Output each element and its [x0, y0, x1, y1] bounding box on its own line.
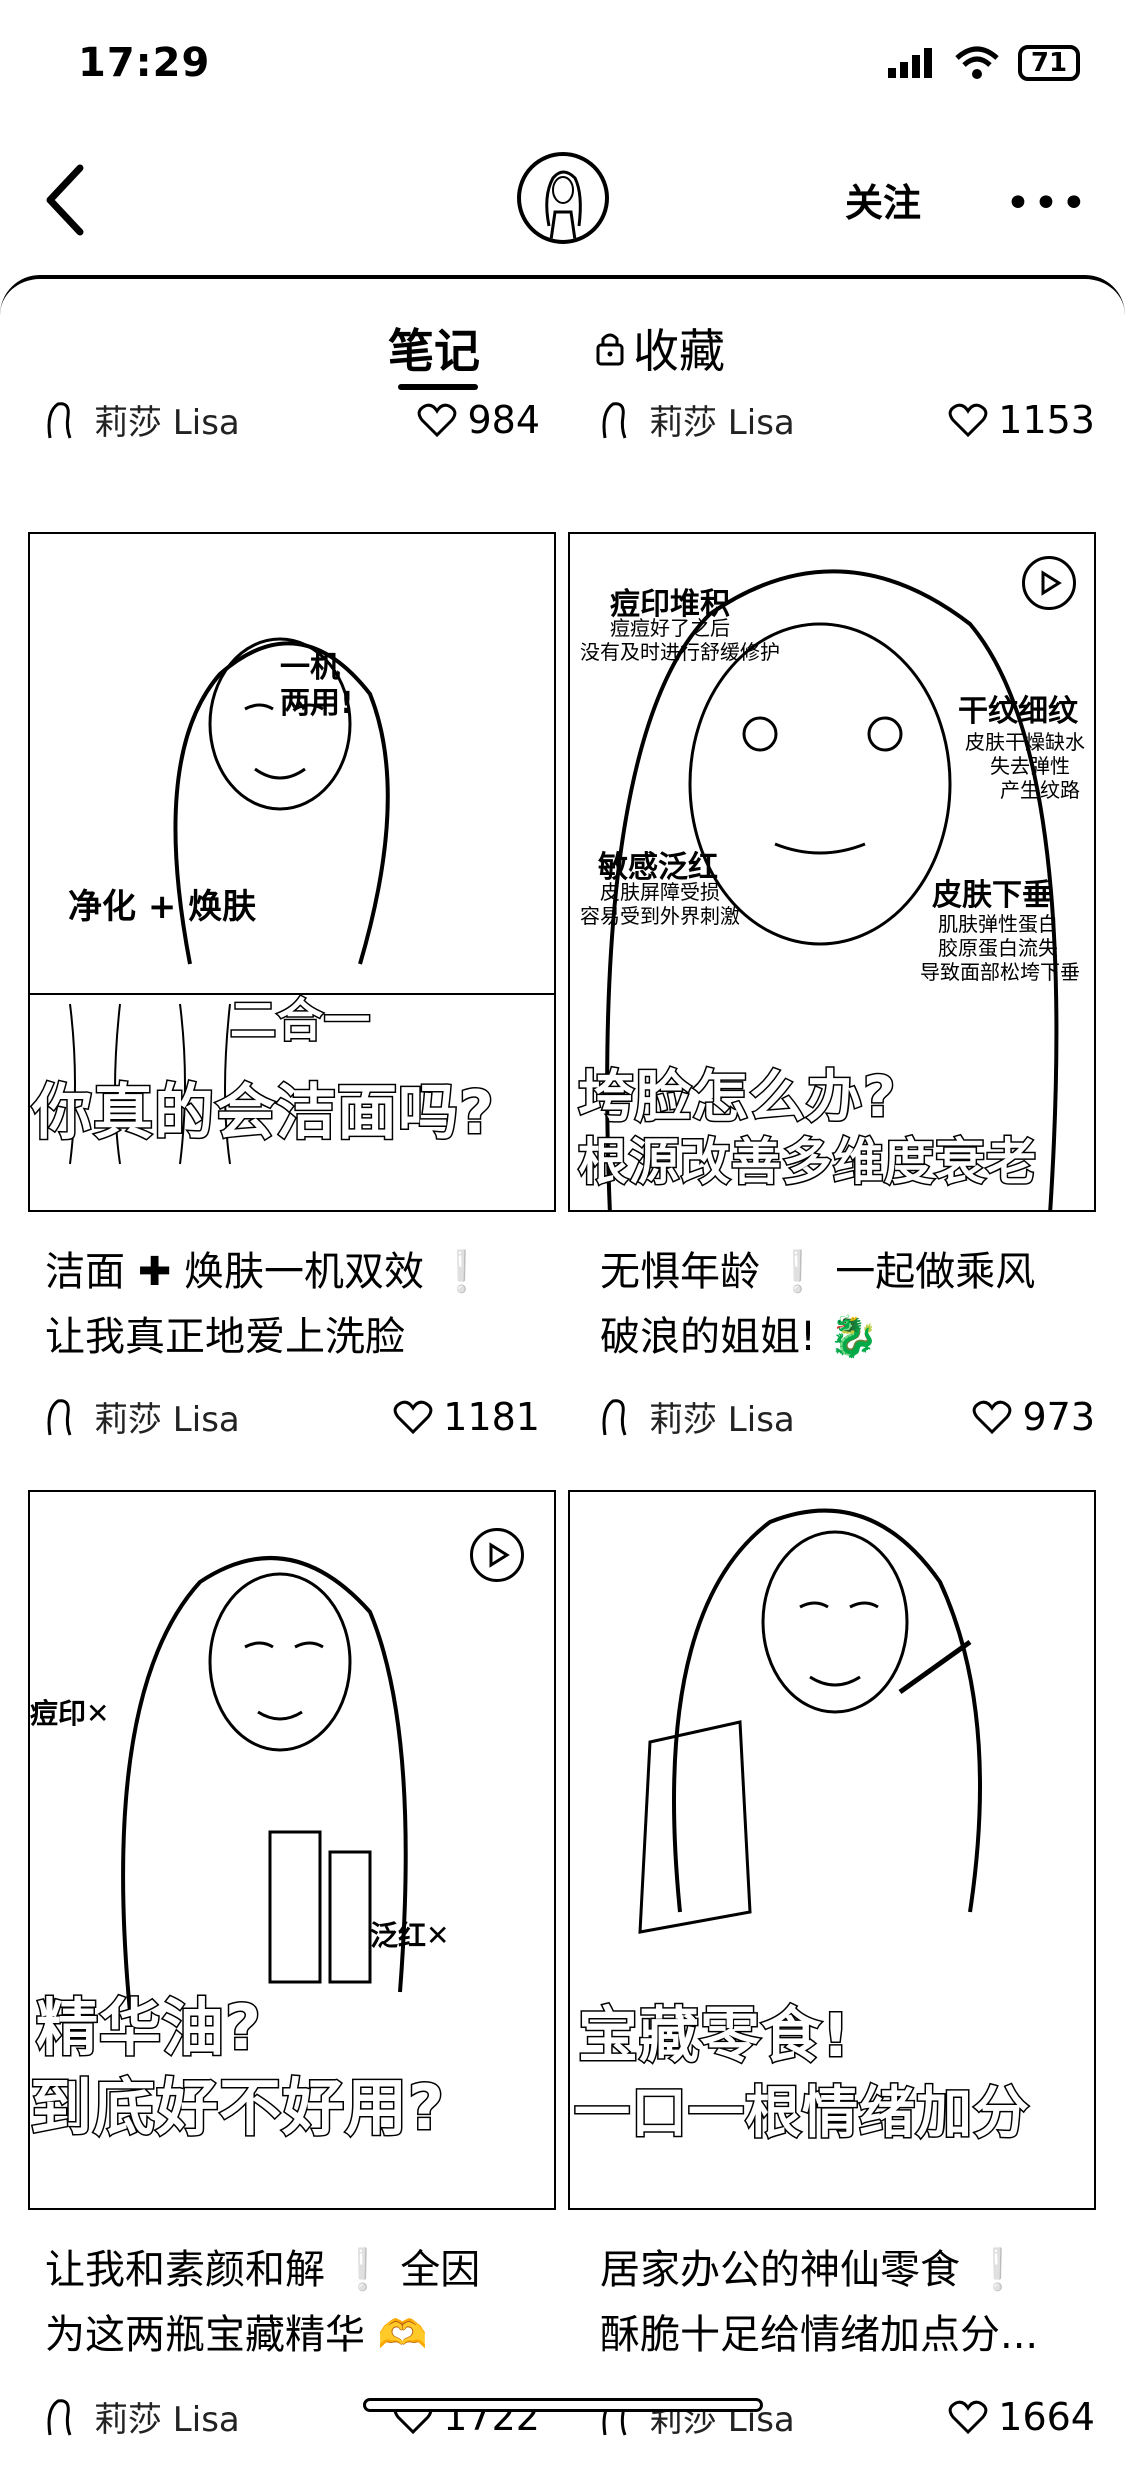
- tab-indicator: [398, 384, 478, 390]
- image-sub: 皮肤干燥缺水: [965, 730, 1085, 754]
- note-title[interactable]: 居家办公的神仙零食 ❕ 酥脆十足给情绪加点分...: [600, 2238, 1100, 2368]
- author-avatar-icon: [47, 2398, 72, 2436]
- wifi-icon: [955, 46, 999, 79]
- note-title[interactable]: 无惧年龄 ❕ 一起做乘风 破浪的姐姐! 🐉: [600, 1240, 1100, 1370]
- status-icons: 71: [886, 45, 1080, 81]
- note-card-image[interactable]: 痘印堆积 痘痘好了之后 没有及时进行舒缓修护 干纹细纹 皮肤干燥缺水 失去弹性 …: [568, 532, 1096, 1212]
- image-sub: 胶原蛋白流失: [938, 936, 1058, 960]
- author-name[interactable]: 莉莎 Lisa: [94, 395, 240, 444]
- heart-icon[interactable]: [948, 402, 988, 438]
- note-title-line: 破浪的姐姐! 🐉: [600, 1314, 879, 1360]
- image-sticker: 净化 + 焕肤: [68, 887, 257, 927]
- image-sub: 产生纹路: [1000, 778, 1080, 802]
- image-sub: 痘痘好了之后: [610, 616, 730, 640]
- lock-icon: [596, 333, 624, 366]
- note-title-line: 无惧年龄 ❕ 一起做乘风: [600, 1249, 1036, 1295]
- like-count: 1664: [998, 2394, 1095, 2439]
- heart-icon[interactable]: [417, 402, 457, 438]
- heart-icon[interactable]: [948, 2399, 988, 2435]
- tab-favorites[interactable]: 收藏: [595, 315, 725, 381]
- note-meta-row: 莉莎 Lisa 1181: [40, 1392, 540, 1441]
- note-meta-row: 莉莎 Lisa 1153: [595, 395, 1095, 444]
- note-meta-row: 莉莎 Lisa 973: [595, 1392, 1095, 1441]
- image-headline-secondary: 二合一: [229, 992, 372, 1048]
- signal-icon: [888, 48, 932, 78]
- avatar[interactable]: [517, 152, 609, 244]
- image-sticker: 皮肤下垂: [932, 878, 1052, 913]
- image-sub: 没有及时进行舒缓修护: [580, 640, 780, 664]
- image-headline-secondary: 一口一根情绪加分: [573, 2080, 1031, 2148]
- note-title[interactable]: 让我和素颜和解 ❕ 全因 为这两瓶宝藏精华 🫶: [45, 2238, 545, 2368]
- author-avatar-icon: [602, 1398, 627, 1436]
- author-avatar-icon: [602, 401, 627, 439]
- note-title-line: 酥脆十足给情绪加点分...: [600, 2312, 1039, 2358]
- note-title-line: 居家办公的神仙零食 ❕: [600, 2247, 1023, 2293]
- image-sticker: 两用!: [280, 686, 354, 721]
- video-play-icon: [470, 1528, 524, 1582]
- image-headline: 垮脸怎么办?: [576, 1064, 897, 1132]
- heart-icon[interactable]: [393, 1399, 433, 1435]
- image-headline-secondary: 根源改善多维度衰老: [577, 1132, 1038, 1192]
- image-headline: 你真的会洁面吗?: [31, 1077, 496, 1149]
- follow-button[interactable]: 关注: [845, 172, 921, 227]
- tab-notes[interactable]: 笔记: [388, 315, 480, 381]
- back-icon[interactable]: [40, 160, 90, 240]
- note-title-line: 洁面 ✚ 焕肤一机双效 ❕: [45, 1249, 487, 1295]
- video-play-icon: [1022, 556, 1076, 610]
- like-count: 1181: [443, 1394, 540, 1439]
- note-card-image[interactable]: 宝藏零食! 一口一根情绪加分: [568, 1490, 1096, 2210]
- image-sub: 肌肤弹性蛋白: [938, 912, 1058, 936]
- note-title-line: 让我和素颜和解 ❕ 全因: [45, 2247, 481, 2293]
- image-sub: 失去弹性: [990, 754, 1070, 778]
- tab-favorites-label: 收藏: [633, 324, 725, 378]
- author-name[interactable]: 莉莎 Lisa: [649, 1392, 795, 1441]
- note-title-line: 让我真正地爱上洗脸: [45, 1314, 405, 1360]
- more-button[interactable]: •••: [1005, 178, 1089, 229]
- image-headline: 宝藏零食!: [576, 2000, 851, 2072]
- heart-icon[interactable]: [972, 1399, 1012, 1435]
- note-title-line: 为这两瓶宝藏精华 🫶: [45, 2312, 428, 2358]
- image-sticker: 干纹细纹: [958, 694, 1078, 729]
- image-sub: 容易受到外界刺激: [580, 904, 740, 928]
- note-card-image[interactable]: 痘印✕ 泛红✕ 精华油? 到底好不好用?: [28, 1490, 556, 2210]
- author-avatar-icon: [47, 1398, 72, 1436]
- author-avatar-icon: [47, 401, 72, 439]
- author-name[interactable]: 莉莎 Lisa: [94, 1392, 240, 1441]
- note-meta-row: 莉莎 Lisa 984: [40, 395, 540, 444]
- author-name[interactable]: 莉莎 Lisa: [94, 2392, 240, 2441]
- image-sub: 皮肤屏障受损: [600, 880, 720, 904]
- author-name[interactable]: 莉莎 Lisa: [649, 395, 795, 444]
- like-count: 973: [1022, 1394, 1095, 1439]
- battery-icon: 71: [1018, 45, 1080, 81]
- avatar-image: [545, 170, 582, 240]
- note-title[interactable]: 洁面 ✚ 焕肤一机双效 ❕ 让我真正地爱上洗脸: [45, 1240, 545, 1370]
- image-sticker: 泛红✕: [370, 1919, 450, 1952]
- home-indicator[interactable]: [363, 2398, 763, 2412]
- note-card-image[interactable]: 净化 + 焕肤 一机 两用! 二合一 你真的会洁面吗?: [28, 532, 556, 1212]
- image-sticker: 痘印✕: [30, 1697, 110, 1730]
- like-count: 1153: [998, 397, 1095, 442]
- like-count: 984: [467, 397, 540, 442]
- image-headline: 精华油?: [35, 1990, 263, 2065]
- image-sub: 导致面部松垮下垂: [920, 960, 1080, 984]
- image-headline-secondary: 到底好不好用?: [30, 2070, 445, 2145]
- status-time: 17:29: [78, 40, 211, 86]
